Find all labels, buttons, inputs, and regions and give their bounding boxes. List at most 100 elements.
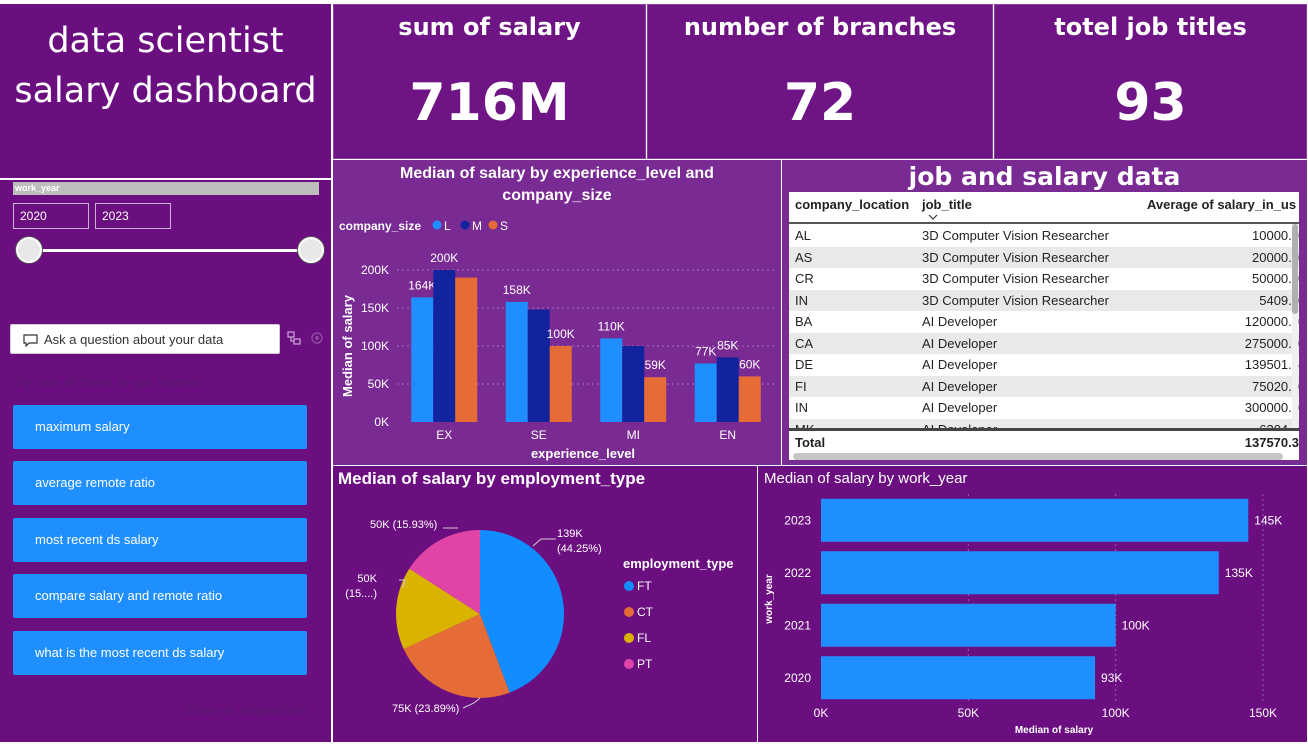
chart-title: Median of salary by work_year — [764, 470, 967, 487]
horizontal-scrollbar[interactable] — [793, 453, 1283, 460]
employment-chart: Median of salary by employment_type 139K (… — [338, 469, 734, 715]
vertical-scrollbar[interactable] — [1292, 224, 1298, 428]
bar-ex-l — [411, 297, 434, 422]
bar-mi-s — [644, 377, 667, 422]
data-label: 110K — [598, 319, 625, 333]
total-label: Total — [795, 435, 826, 450]
bar-en-s — [738, 376, 761, 422]
suggestion-average-remote-ratio[interactable]: average remote ratio — [13, 461, 307, 505]
cell-job-title: AI Developer — [916, 354, 1141, 376]
bar-en-l — [694, 363, 717, 422]
x-tick-label: EX — [436, 428, 452, 442]
suggestion-most-recent-ds-salary[interactable]: most recent ds salary — [13, 518, 307, 562]
job-salary-table: company_location job_title Average of sa… — [789, 192, 1299, 460]
y-axis-label: work_year — [764, 574, 775, 625]
y-tick-label: 200K — [361, 263, 389, 277]
x-tick-label: 0K — [814, 706, 829, 720]
data-label: 77K — [695, 344, 716, 358]
y-tick-label: 2021 — [784, 618, 811, 632]
x-tick-label: 50K — [958, 706, 979, 720]
table-row[interactable]: AL 3D Computer Vision Researcher 10000.0 — [789, 225, 1299, 247]
data-label: 158K — [503, 283, 531, 297]
cell-job-title: 3D Computer Vision Researcher — [916, 289, 1141, 311]
table-row[interactable]: IN AI Developer 300000.0 — [789, 397, 1299, 419]
bar-mi-m — [622, 346, 645, 422]
cell-location: AS — [789, 246, 916, 268]
legend-label: S — [500, 219, 508, 233]
legend-label: PT — [637, 657, 653, 671]
legend-label: M — [472, 219, 482, 233]
legend-label: CT — [637, 605, 654, 619]
slicer-header: work_year — [13, 182, 319, 195]
workyear-chart: Median of salary by work_year 0K 50K 100K 15… — [764, 470, 1282, 736]
y-tick-label: 2020 — [784, 671, 811, 685]
slicer-end-handle[interactable] — [298, 237, 324, 263]
chart-title-line2: company_size — [502, 187, 611, 204]
legend-label: FL — [637, 631, 651, 645]
data-label: 100K — [1122, 618, 1150, 632]
table-row[interactable]: BA AI Developer 120000.0 — [789, 311, 1299, 333]
x-tick-label: MI — [627, 428, 640, 442]
column-header[interactable]: Average of salary_in_us — [1147, 197, 1296, 212]
column-header[interactable]: company_location — [795, 197, 909, 212]
cell-location: BA — [789, 311, 916, 333]
table-row[interactable]: CR 3D Computer Vision Researcher 50000.0 — [789, 268, 1299, 290]
cell-job-title: AI Developer — [916, 311, 1141, 333]
table-row[interactable]: AS 3D Computer Vision Researcher 20000.0 — [789, 246, 1299, 268]
kpi-value: 716M — [409, 73, 570, 133]
employment-chart-panel: Median of salary by employment_type 139K (… — [333, 466, 757, 742]
cell-salary: 139501.5 — [1141, 354, 1299, 376]
cell-salary: 120000.0 — [1141, 311, 1299, 333]
qa-placeholder: Ask a question about your data — [44, 332, 224, 347]
experience-chart-panel: Median of salary by experience_level and… — [333, 160, 781, 465]
cell-location: IN — [789, 397, 916, 419]
vertical-scrollbar-thumb[interactable] — [1292, 224, 1298, 314]
bar-ex-m — [433, 270, 456, 422]
table-row[interactable]: FI AI Developer 75020.0 — [789, 375, 1299, 397]
chart-title: Median of salary by employment_type — [338, 469, 645, 488]
slicer-from-input[interactable]: 2020 — [13, 203, 89, 229]
legend-title: employment_type — [623, 556, 734, 571]
legend-marker-s — [488, 220, 498, 230]
cell-salary: 20000.0 — [1141, 246, 1299, 268]
table-body: AL 3D Computer Vision Researcher 10000.0 AS… — [789, 225, 1299, 440]
job-salary-table-panel: job and salary data company_location job… — [782, 160, 1307, 465]
kpi-label: totel job titles — [1054, 13, 1247, 41]
table-row[interactable]: DE AI Developer 139501.5 — [789, 354, 1299, 376]
suggestion-compare-salary-remote[interactable]: compare salary and remote ratio — [13, 574, 307, 618]
cell-salary: 5409.0 — [1141, 289, 1299, 311]
bar-ex-s — [455, 277, 478, 422]
data-label: 50K (15.93%) — [370, 519, 437, 531]
total-value: 137570.3 — [1244, 435, 1299, 450]
cell-job-title: AI Developer — [916, 397, 1141, 419]
bar-2023 — [821, 498, 1249, 542]
column-header[interactable]: job_title — [922, 197, 972, 212]
kpi-sum-of-salary: sum of salary 716M — [333, 4, 646, 159]
cell-job-title: 3D Computer Vision Researcher — [916, 268, 1141, 290]
data-label: 145K — [1254, 513, 1282, 527]
slicer-to-input[interactable]: 2023 — [95, 203, 171, 229]
settings-icon[interactable] — [310, 331, 324, 345]
dashboard-title-line1: data scientist — [47, 21, 284, 61]
suggestion-most-recent-ds-salary-question[interactable]: what is the most recent ds salary — [13, 631, 307, 675]
data-label: 75K (23.89%) — [392, 703, 459, 715]
sort-descending-icon — [928, 214, 938, 220]
table-total-row: Total 137570.3 — [789, 428, 1299, 460]
qa-input[interactable]: Ask a question about your data — [10, 324, 280, 354]
suggestion-maximum-salary[interactable]: maximum salary — [13, 405, 307, 449]
cell-salary: 50000.0 — [1141, 268, 1299, 290]
legend-label: FT — [637, 579, 652, 593]
cell-location: CR — [789, 268, 916, 290]
cell-location: FI — [789, 375, 916, 397]
table-row[interactable]: IN 3D Computer Vision Researcher 5409.0 — [789, 289, 1299, 311]
convert-visual-icon[interactable] — [287, 331, 301, 345]
show-all-suggestions-link[interactable]: Show all suggestions — [186, 702, 308, 717]
bar-2022 — [821, 551, 1219, 595]
slicer-start-handle[interactable] — [16, 237, 42, 263]
cell-location: CA — [789, 332, 916, 354]
bar-se-s — [549, 346, 572, 422]
table-row[interactable]: CA AI Developer 275000.0 — [789, 332, 1299, 354]
cell-salary: 75020.0 — [1141, 375, 1299, 397]
y-tick-label: 150K — [361, 301, 389, 315]
legend-marker-ct — [624, 607, 634, 617]
